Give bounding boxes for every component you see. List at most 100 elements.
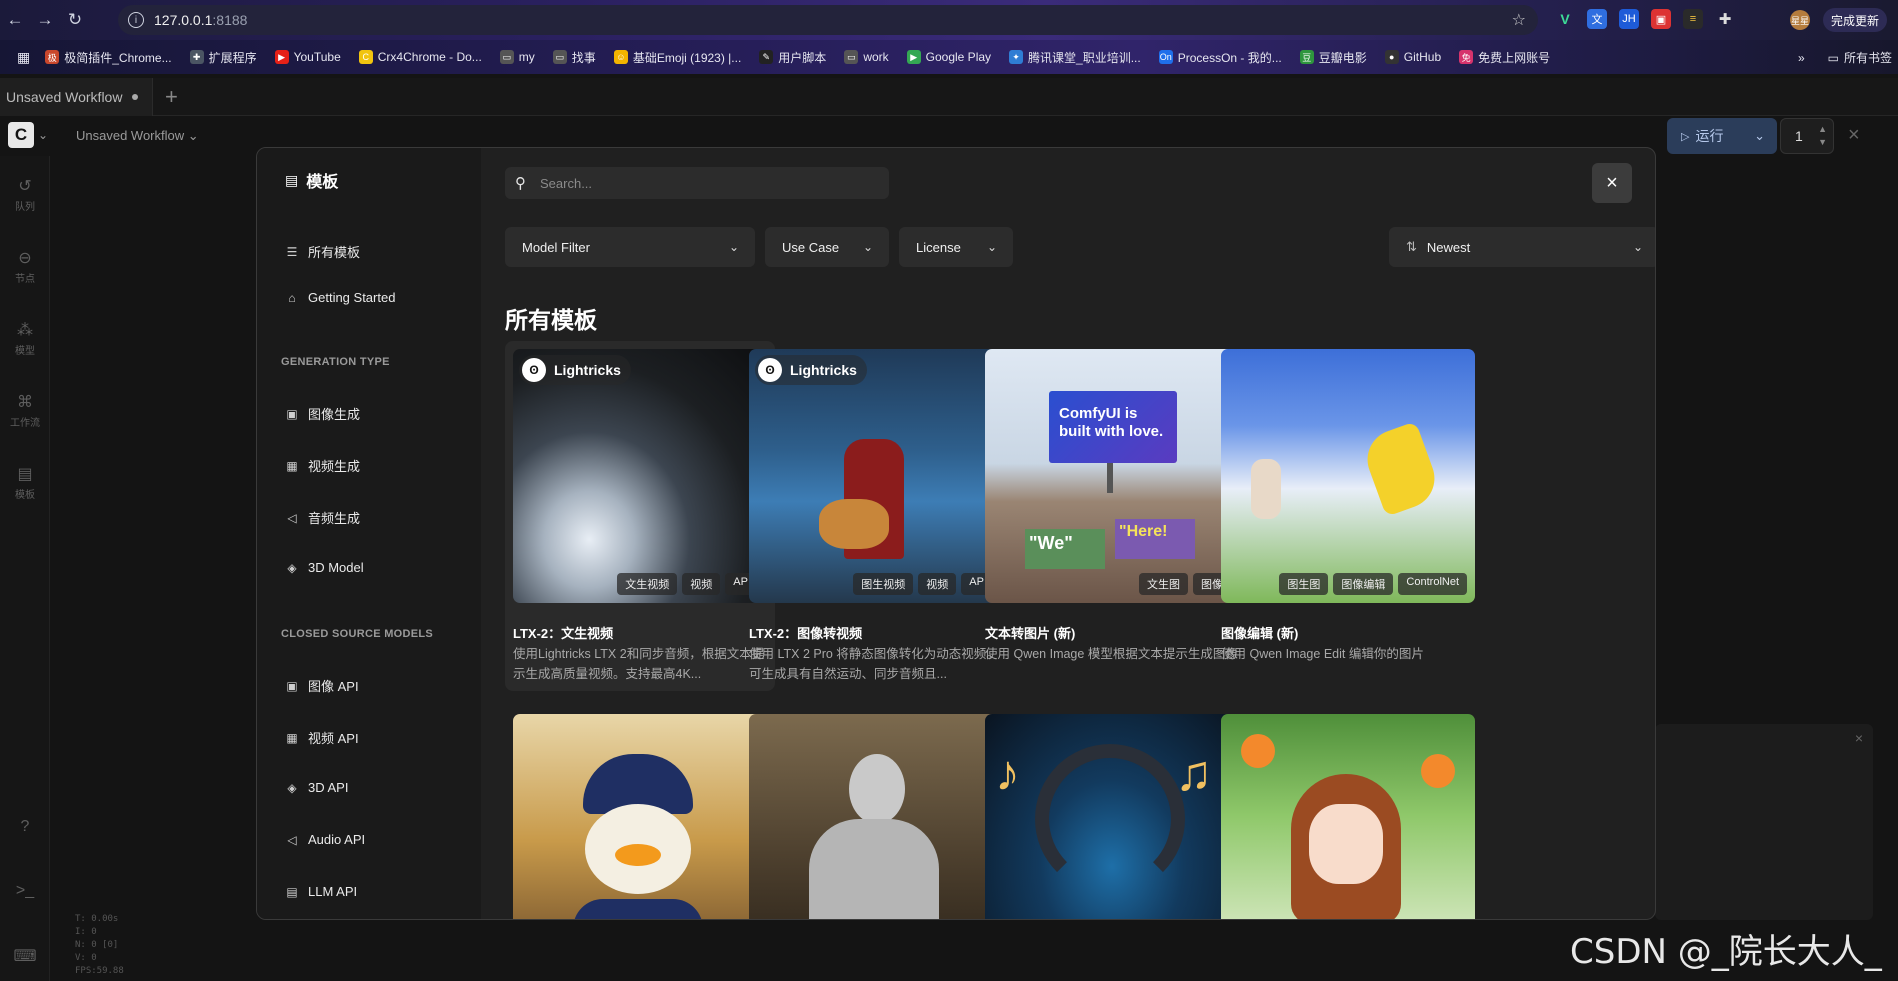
nav-all-templates[interactable]: ☰ 所有模板 (285, 242, 360, 261)
red-extension-icon[interactable]: ▣ (1651, 9, 1671, 29)
close-icon[interactable]: × (1848, 124, 1860, 147)
template-thumbnail (749, 714, 1003, 919)
bookmark-item-14[interactable]: 免免费上网账号 (1450, 49, 1559, 66)
bookmark-item-1[interactable]: ✚ 扩展程序 (181, 49, 266, 66)
nav-audio-generation[interactable]: ◁ 音频生成 (285, 508, 360, 527)
bookmark-item-9[interactable]: ▶ Google Play (898, 50, 1000, 64)
url-host: 127.0.0.1 (154, 12, 213, 28)
bookmark-item-7[interactable]: ✎ 用户脚本 (750, 49, 835, 66)
extensions-puzzle-icon[interactable]: ✚ (1715, 9, 1735, 29)
template-card-duck-mascot[interactable] (505, 706, 775, 919)
close-dialog-button[interactable]: × (1592, 163, 1632, 203)
translate-extension-icon[interactable]: 文 (1587, 9, 1607, 29)
nav-audio-api[interactable]: ◁ Audio API (285, 832, 365, 847)
sidebar-item-templates[interactable]: ▤ 模板 (0, 464, 50, 501)
chevron-down-icon[interactable]: ⌄ (38, 128, 48, 142)
template-card-text-to-image[interactable]: ComfyUI is built with love. "We" "Here! … (977, 341, 1247, 691)
tab-unsaved-workflow[interactable]: Unsaved Workflow (0, 77, 154, 116)
close-icon[interactable]: × (1855, 730, 1863, 746)
bookmark-item-3[interactable]: C Crx4Chrome - Do... (350, 50, 491, 64)
template-thumbnail (513, 714, 767, 919)
bookmark-item-0[interactable]: 极极简插件_Chrome... (36, 49, 180, 66)
vue-devtools-icon[interactable]: V (1555, 9, 1575, 29)
batch-count-input[interactable]: 1 ▲ ▼ (1780, 118, 1834, 154)
nav-image-generation[interactable]: ▣ 图像生成 (285, 404, 360, 423)
card-description: 使用Lightricks LTX 2和同步音频，根据文本提示生成高质量视频。支持… (513, 647, 765, 681)
template-icon: ▤ (17, 466, 33, 483)
sidebar-item-workflows[interactable]: ⌘ 工作流 (0, 392, 50, 429)
run-button[interactable]: ▷ 运行 ⌄ (1667, 118, 1777, 154)
bookmark-item-4[interactable]: ▭ my (491, 50, 544, 64)
bookmark-favicon: ▶ (274, 50, 289, 64)
sidebar-item-models[interactable]: ⁂ 模型 (0, 320, 50, 357)
cube-icon: ◈ (287, 560, 297, 575)
template-card-image-edit[interactable]: 图生图 图像编辑 ControlNet 图像编辑 (新) 使用 Qwen Ima… (1213, 341, 1483, 691)
template-card-headphones[interactable]: ♪ ♫ (977, 706, 1247, 919)
terminal-icon[interactable]: >_ (0, 882, 50, 902)
image-api-icon: ▣ (286, 678, 298, 693)
jh-extension-icon[interactable]: JH (1619, 9, 1639, 29)
folder-icon: ▭ (499, 50, 514, 64)
template-card-ltx2-i2v[interactable]: ʘ Lightricks 图生视频 视频 API LTX-2：图像转视频 使用 L… (741, 341, 1011, 691)
bookmark-item-11[interactable]: On ProcessOn - 我的... (1150, 49, 1291, 66)
bookmark-item-12[interactable]: 豆豆瓣电影 (1291, 49, 1376, 66)
apps-grid-icon[interactable]: ▦ (8, 49, 36, 66)
graffiti: "We" (1025, 529, 1105, 569)
bookmark-item-10[interactable]: ✦ 腾讯课堂_职业培训... (1000, 49, 1150, 66)
card-title: LTX-2：文生视频 (513, 626, 614, 641)
bookmark-item-8[interactable]: ▭ work (835, 50, 897, 64)
bookmark-item-5[interactable]: ▭ 找事 (544, 49, 605, 66)
avatar[interactable]: 星星 (1790, 10, 1810, 30)
bookmark-item-6[interactable]: ☺ 基础Emoji (1923) |... (605, 49, 750, 66)
search-input[interactable] (540, 175, 860, 191)
bookmarks-overflow-icon[interactable]: » (1798, 51, 1805, 65)
bookmark-favicon: ● (1384, 50, 1399, 64)
comfy-logo-icon[interactable]: C (8, 122, 34, 148)
bookmark-favicon: C (358, 50, 373, 64)
forward-icon[interactable]: → (30, 5, 60, 35)
template-card-anime-girl[interactable] (1213, 706, 1483, 919)
nav-getting-started[interactable]: ⌂ Getting Started (285, 290, 395, 305)
film-icon: ▦ (286, 458, 298, 473)
sidebar-item-queue[interactable]: ↺ 队列 (0, 176, 50, 213)
search-box[interactable]: ⚲ (505, 167, 889, 199)
unsaved-dot-icon (132, 93, 139, 100)
bookmark-star-icon[interactable]: ☆ (1512, 10, 1526, 30)
section-closed-source: CLOSED SOURCE MODELS (281, 628, 434, 640)
chevron-down-icon[interactable]: ⌄ (1754, 128, 1765, 144)
template-thumbnail (1221, 714, 1475, 919)
back-icon[interactable]: ← (0, 5, 30, 35)
nav-3d-api[interactable]: ◈ 3D API (285, 780, 348, 795)
address-bar[interactable]: i 127.0.0.1:8188 ☆ (118, 5, 1538, 35)
nav-video-api[interactable]: ▦ 视频 API (285, 728, 358, 747)
tag-list: 图生视频 视频 API (853, 573, 995, 595)
help-icon[interactable]: ? (0, 818, 50, 838)
node-icon: ⊖ (18, 250, 32, 267)
template-thumbnail: ʘ Lightricks 图生视频 视频 API (749, 349, 1003, 603)
template-card-statue[interactable] (741, 706, 1011, 919)
bookmark-item-13[interactable]: ● GitHub (1376, 50, 1450, 64)
site-info-icon[interactable]: i (128, 12, 144, 28)
film-api-icon: ▦ (286, 730, 298, 745)
nav-video-generation[interactable]: ▦ 视频生成 (285, 456, 360, 475)
nav-3d-model[interactable]: ◈ 3D Model (285, 560, 363, 575)
reload-icon[interactable]: ↻ (60, 5, 90, 35)
license-dropdown[interactable]: License ⌄ (899, 227, 1013, 267)
use-case-dropdown[interactable]: Use Case ⌄ (765, 227, 889, 267)
tool-extension-icon[interactable]: ≡ (1683, 9, 1703, 29)
nav-llm-api[interactable]: ▤ LLM API (285, 884, 357, 899)
keyboard-icon[interactable]: ⌨ (0, 946, 50, 968)
sidebar-item-nodes[interactable]: ⊖ 节点 (0, 248, 50, 285)
all-bookmarks[interactable]: » ▭ 所有书签 (1798, 49, 1892, 66)
model-filter-dropdown[interactable]: Model Filter ⌄ (505, 227, 755, 267)
workflow-name-menu[interactable]: Unsaved Workflow ⌄ (76, 128, 199, 144)
template-card-ltx2-t2v[interactable]: ʘ Lightricks 文生视频 视频 API LTX-2：文生视频 使用Lig… (505, 341, 775, 691)
bookmark-item-2[interactable]: ▶ YouTube (266, 50, 350, 64)
templates-main: ⚲ × Model Filter⌄ Use Case⌄ License⌄ ⇅Ne… (481, 148, 1655, 919)
image-icon: ▣ (286, 406, 298, 421)
sort-dropdown[interactable]: ⇅ Newest ⌄ (1389, 227, 1655, 267)
stepper-icon[interactable]: ▲ ▼ (1818, 123, 1827, 149)
update-button[interactable]: 完成更新 (1823, 8, 1888, 32)
nav-image-api[interactable]: ▣ 图像 API (285, 676, 358, 695)
add-tab-icon[interactable]: + (153, 78, 189, 116)
